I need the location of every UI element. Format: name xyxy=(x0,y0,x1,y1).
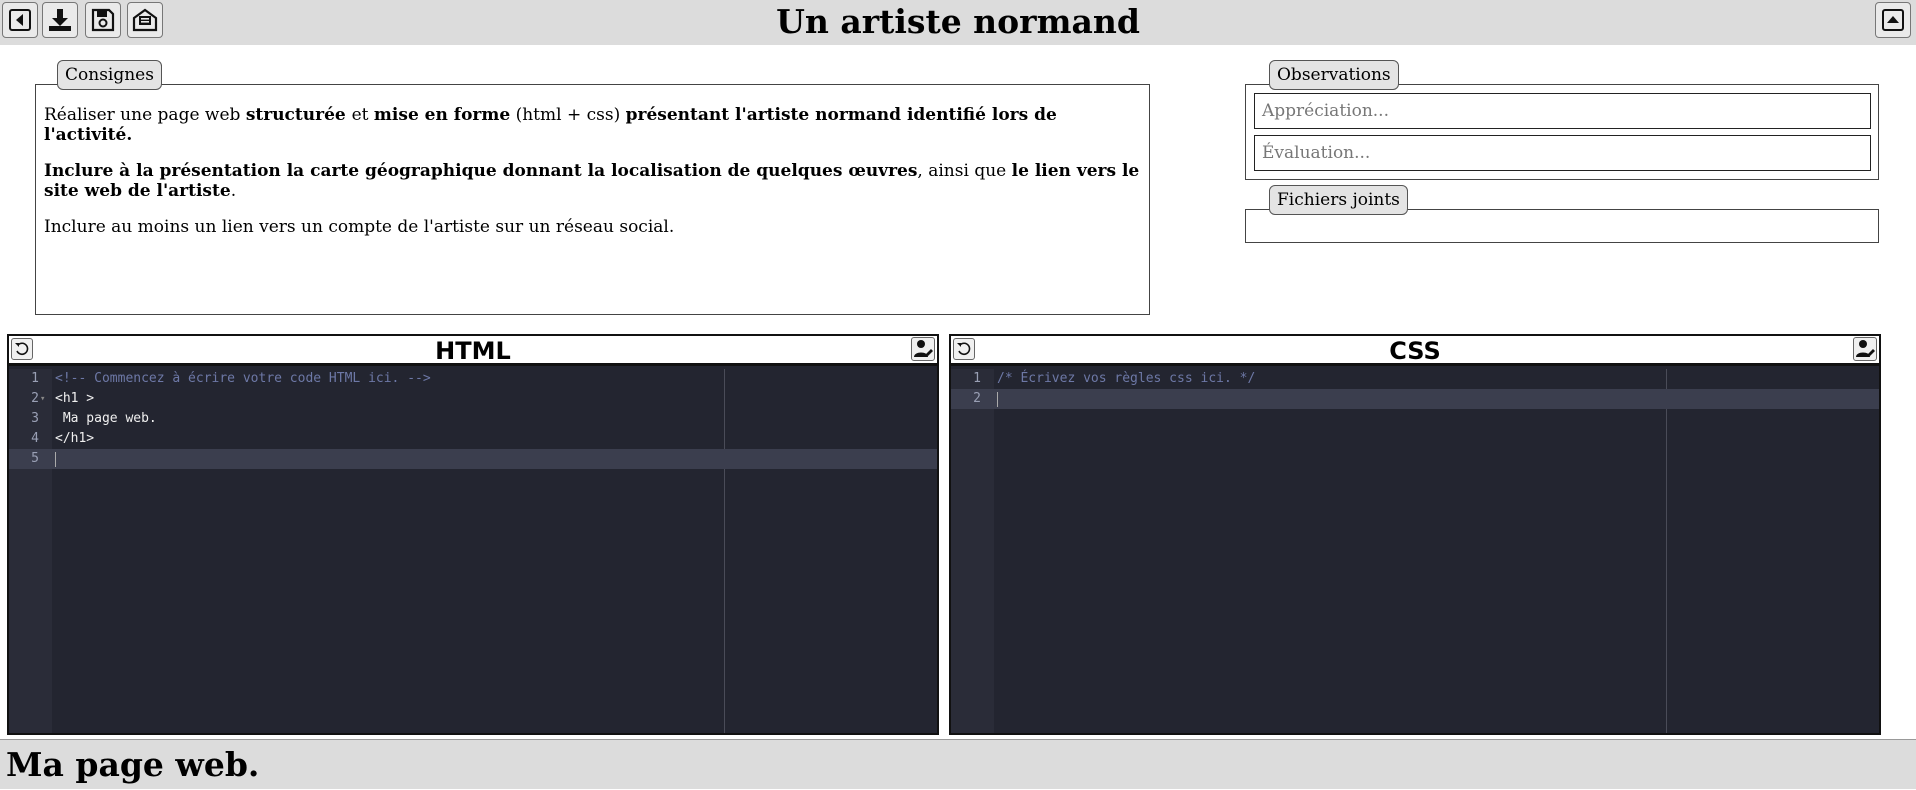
observations-panel: Appréciation... Évaluation... xyxy=(1245,84,1879,180)
line-number: 1 xyxy=(973,371,981,386)
text: , ainsi que xyxy=(917,161,1012,181)
collapse-button[interactable] xyxy=(1875,2,1911,38)
fold-arrow-icon[interactable]: ▾ xyxy=(40,389,45,409)
css-editor-header: CSS xyxy=(951,336,1879,366)
appreciation-input[interactable]: Appréciation... xyxy=(1254,93,1871,129)
html-editor-title: HTML xyxy=(435,337,511,365)
line-number: 2 xyxy=(973,391,981,406)
user-edit-icon xyxy=(1856,340,1875,357)
html-user-button[interactable] xyxy=(911,337,935,361)
text-bold: Inclure à la présentation la carte géogr… xyxy=(44,161,918,181)
css-editor[interactable]: CSS 1 /* Écrivez vos règles css ici. */ 2 xyxy=(949,334,1881,735)
text-bold: structurée xyxy=(245,105,352,125)
evaluation-input[interactable]: Évaluation... xyxy=(1254,135,1871,171)
code-text: </h1> xyxy=(55,431,95,446)
code-line-active: 5 xyxy=(9,449,937,469)
code-text: Ma page web. xyxy=(55,411,157,426)
css-user-button[interactable] xyxy=(1853,337,1877,361)
code-text: /* Écrivez vos règles css ici. */ xyxy=(997,371,1256,386)
css-editor-title: CSS xyxy=(1389,337,1441,365)
top-bar: Un artiste normand xyxy=(0,0,1916,45)
code-line-active: 2 xyxy=(951,389,1879,409)
text: . xyxy=(230,181,237,201)
html-code-area[interactable]: 1 <!-- Commencez à écrire votre code HTML… xyxy=(9,369,937,733)
consignes-paragraph-1: Réaliser une page web structurée et mise… xyxy=(44,105,1141,145)
text-cursor xyxy=(997,392,998,407)
fichiers-legend: Fichiers joints xyxy=(1269,185,1408,215)
html-editor-header: HTML xyxy=(9,336,937,366)
code-line: 2 ▾ <h1 > xyxy=(9,389,937,409)
line-number: 4 xyxy=(31,431,39,446)
line-number: 1 xyxy=(31,371,39,386)
code-line: 3 Ma page web. xyxy=(9,409,937,429)
page-title: Un artiste normand xyxy=(776,2,1140,41)
user-edit-icon xyxy=(914,340,933,357)
consignes-panel: Réaliser une page web structurée et mise… xyxy=(35,84,1150,315)
text: et xyxy=(351,105,374,125)
preview-output: Ma page web. xyxy=(0,739,1916,789)
observations-legend: Observations xyxy=(1269,60,1399,90)
text: (html + css) xyxy=(510,105,626,125)
line-number: 5 xyxy=(31,451,39,466)
code-line: 1 <!-- Commencez à écrire votre code HTML… xyxy=(9,369,937,389)
code-text: <!-- Commencez à écrire votre code HTML … xyxy=(55,371,431,386)
text-cursor xyxy=(55,452,56,467)
line-number: 3 xyxy=(31,411,39,426)
code-line: 1 /* Écrivez vos règles css ici. */ xyxy=(951,369,1879,389)
css-code-area[interactable]: 1 /* Écrivez vos règles css ici. */ 2 xyxy=(951,369,1879,733)
consignes-legend: Consignes xyxy=(57,60,162,90)
text-bold: mise en forme xyxy=(373,105,511,125)
html-editor[interactable]: HTML 1 <!-- Commencez à écrire votre code… xyxy=(7,334,939,735)
consignes-paragraph-2: Inclure à la présentation la carte géogr… xyxy=(44,161,1141,201)
collapse-up-icon xyxy=(1882,9,1904,31)
line-number: 2 xyxy=(31,391,39,406)
text: Réaliser une page web xyxy=(44,105,246,125)
code-text: <h1 > xyxy=(55,391,95,406)
code-line: 4 </h1> xyxy=(9,429,937,449)
consignes-paragraph-3: Inclure au moins un lien vers un compte … xyxy=(44,217,675,237)
